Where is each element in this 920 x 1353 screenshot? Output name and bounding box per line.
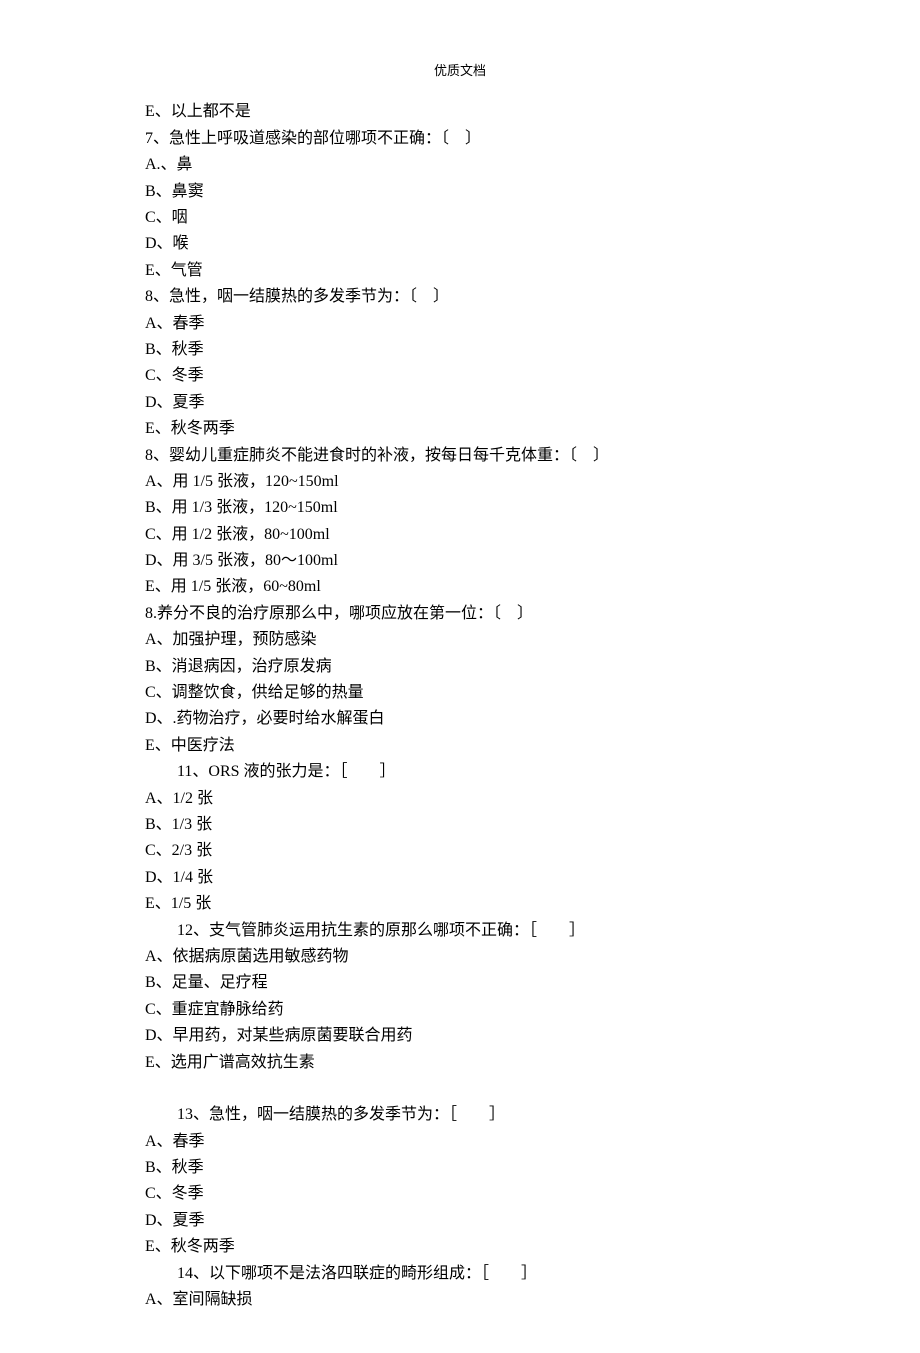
text-line: B、消退病因，治疗原发病	[145, 654, 840, 680]
text-line: A、依据病原菌选用敏感药物	[145, 944, 840, 970]
text-line: E、1/5 张	[145, 891, 840, 917]
text-line: C、重症宜静脉给药	[145, 997, 840, 1023]
text-line: A、春季	[145, 1129, 840, 1155]
text-line: 11、ORS 液的张力是：［ ］	[145, 759, 840, 785]
text-line: D、.药物治疗，必要时给水解蛋白	[145, 706, 840, 732]
page-header: 优质文档	[0, 60, 920, 81]
text-line: C、调整饮食，供给足够的热量	[145, 680, 840, 706]
text-line: E、秋冬两季	[145, 416, 840, 442]
text-line: B、用 1/3 张液，120~150ml	[145, 495, 840, 521]
text-line: A.、鼻	[145, 152, 840, 178]
text-line: E、气管	[145, 258, 840, 284]
text-line	[145, 1076, 840, 1102]
text-line: C、用 1/2 张液，80~100ml	[145, 522, 840, 548]
text-line: 8、急性，咽一结膜热的多发季节为：〔 〕	[145, 284, 840, 310]
text-line: D、夏季	[145, 390, 840, 416]
text-line: E、秋冬两季	[145, 1234, 840, 1260]
text-line: B、1/3 张	[145, 812, 840, 838]
text-line: D、早用药，对某些病原菌要联合用药	[145, 1023, 840, 1049]
text-line: 13、急性，咽一结膜热的多发季节为：［ ］	[145, 1102, 840, 1128]
text-line: C、咽	[145, 205, 840, 231]
text-line: E、中医疗法	[145, 733, 840, 759]
text-line: D、喉	[145, 231, 840, 257]
text-line: B、秋季	[145, 1155, 840, 1181]
text-line: 8.养分不良的治疗原那么中，哪项应放在第一位：〔 〕	[145, 601, 840, 627]
text-line: E、选用广谱高效抗生素	[145, 1050, 840, 1076]
header-text: 优质文档	[434, 63, 486, 78]
text-line: B、足量、足疗程	[145, 970, 840, 996]
text-line: 7、急性上呼吸道感染的部位哪项不正确：〔 〕	[145, 126, 840, 152]
text-line: C、冬季	[145, 363, 840, 389]
text-line: 12、支气管肺炎运用抗生素的原那么哪项不正确：［ ］	[145, 918, 840, 944]
text-line: B、鼻窦	[145, 179, 840, 205]
text-line: A、室间隔缺损	[145, 1287, 840, 1313]
text-line: D、用 3/5 张液，80～100ml	[145, 548, 840, 574]
text-line: D、1/4 张	[145, 865, 840, 891]
text-line: C、2/3 张	[145, 838, 840, 864]
text-line: A、春季	[145, 311, 840, 337]
text-line: C、冬季	[145, 1181, 840, 1207]
text-line: A、用 1/5 张液，120~150ml	[145, 469, 840, 495]
text-line: B、秋季	[145, 337, 840, 363]
text-line: D、夏季	[145, 1208, 840, 1234]
text-line: E、用 1/5 张液，60~80ml	[145, 574, 840, 600]
text-line: 14、以下哪项不是法洛四联症的畸形组成：［ ］	[145, 1261, 840, 1287]
text-line: A、加强护理，预防感染	[145, 627, 840, 653]
text-line: A、1/2 张	[145, 786, 840, 812]
text-line: 8、婴幼儿重症肺炎不能进食时的补液，按每日每千克体重：〔 〕	[145, 443, 840, 469]
document-content: E、以上都不是7、急性上呼吸道感染的部位哪项不正确：〔 〕A.、鼻B、鼻窦C、咽…	[0, 99, 920, 1313]
text-line: E、以上都不是	[145, 99, 840, 125]
